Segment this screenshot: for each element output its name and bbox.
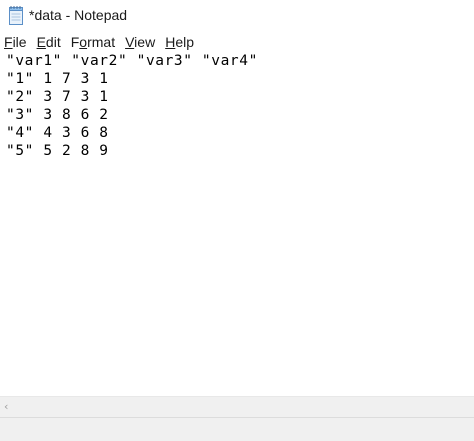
menu-format-rest: rmat <box>87 34 116 50</box>
editor-line: "1" 1 7 3 1 <box>6 71 109 87</box>
title-bar[interactable]: *data - Notepad <box>0 0 474 32</box>
editor-line: "3" 3 8 6 2 <box>6 107 109 123</box>
editor-line: "2" 3 7 3 1 <box>6 89 109 105</box>
menu-bar: File Edit Format View Help <box>0 32 474 52</box>
status-bar <box>0 417 474 441</box>
menu-format-pre: F <box>70 34 80 50</box>
menu-view-accel: V <box>125 34 135 50</box>
menu-file-rest: ile <box>12 34 27 50</box>
menu-edit[interactable]: Edit <box>33 32 67 52</box>
menu-file-accel: F <box>4 34 13 50</box>
notepad-window: *data - Notepad File Edit Format View He… <box>0 0 474 441</box>
window-title: *data - Notepad <box>29 7 128 23</box>
menu-help-accel: H <box>165 34 176 50</box>
menu-file[interactable]: File <box>0 32 33 52</box>
editor-line: "5" 5 2 8 9 <box>6 143 109 159</box>
chevron-left-icon[interactable]: ‹ <box>4 400 16 414</box>
editor-line: "var1" "var2" "var3" "var4" <box>6 53 258 69</box>
menu-format[interactable]: Format <box>67 32 121 52</box>
menu-format-accel: o <box>79 34 88 50</box>
editor-content[interactable]: "var1" "var2" "var3" "var4" "1" 1 7 3 1 … <box>6 52 258 160</box>
notepad-icon <box>8 5 25 26</box>
menu-help[interactable]: Help <box>161 32 200 52</box>
menu-edit-accel: E <box>36 34 46 50</box>
menu-edit-rest: dit <box>45 34 61 50</box>
editor-line: "4" 4 3 6 8 <box>6 125 109 141</box>
menu-view[interactable]: View <box>121 32 161 52</box>
horizontal-scrollbar[interactable]: ‹ <box>0 396 474 417</box>
text-editor-area[interactable]: "var1" "var2" "var3" "var4" "1" 1 7 3 1 … <box>0 52 474 396</box>
menu-help-rest: elp <box>175 34 194 50</box>
menu-view-rest: iew <box>134 34 156 50</box>
